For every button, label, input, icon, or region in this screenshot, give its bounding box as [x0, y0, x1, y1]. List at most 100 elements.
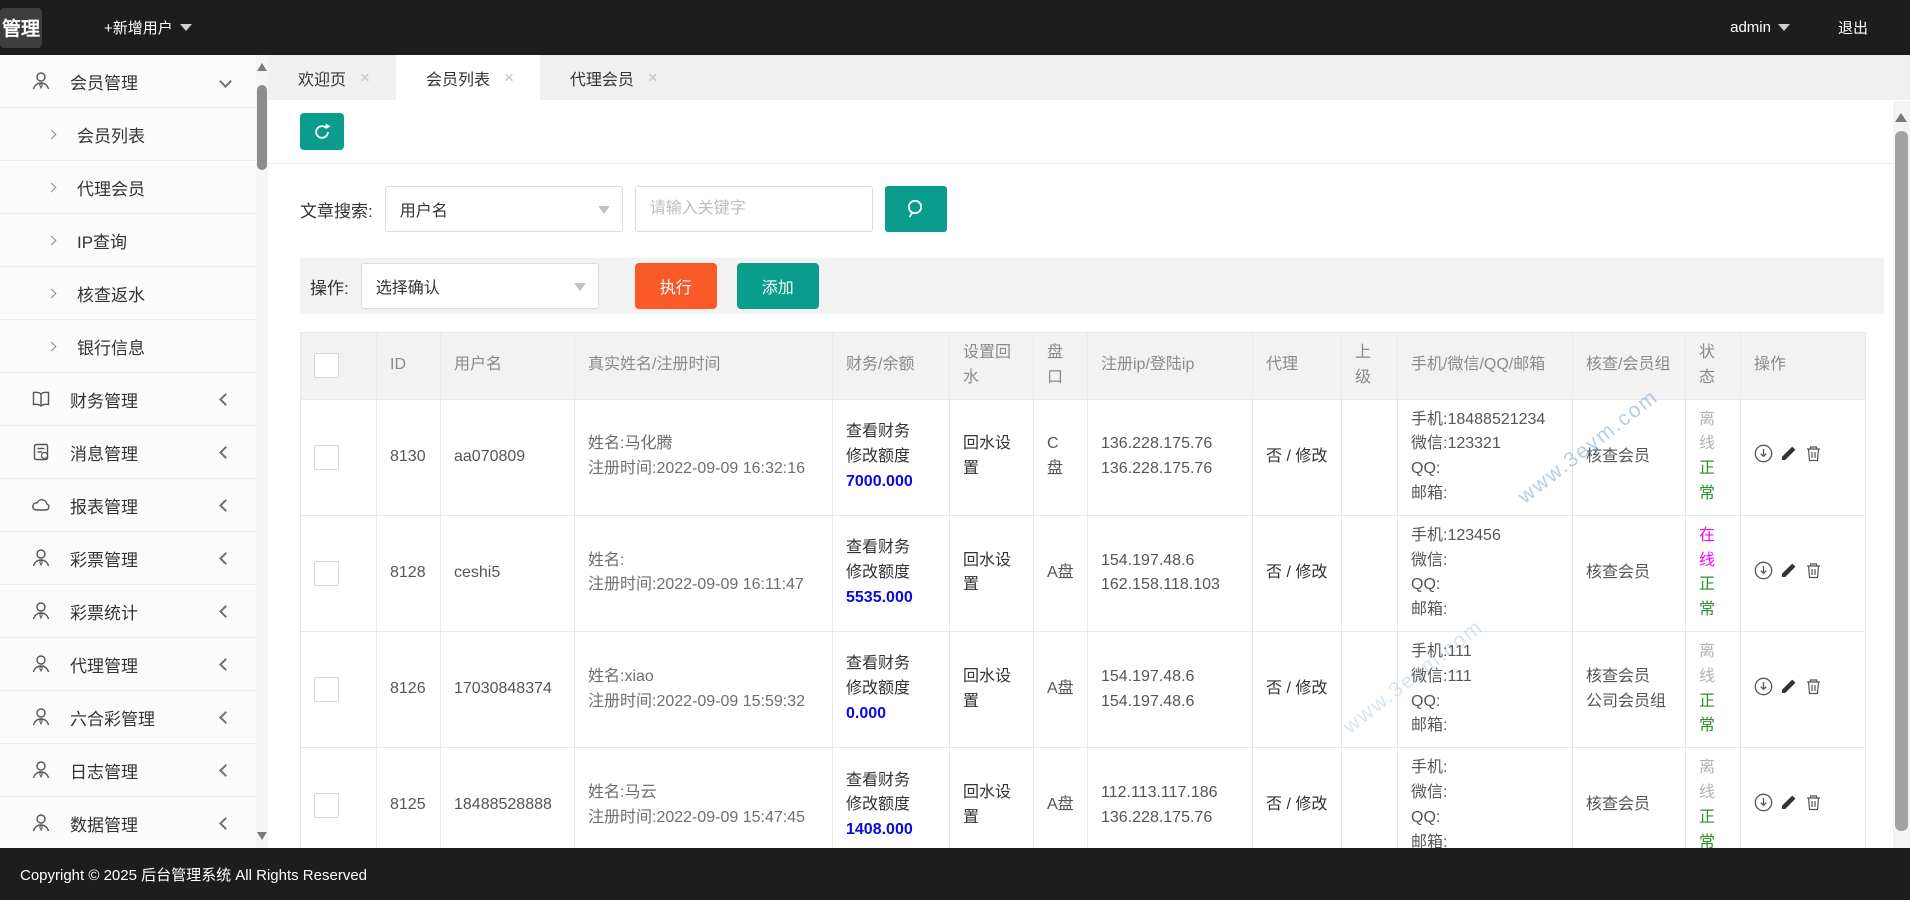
user-icon — [30, 70, 52, 92]
sidebar-item-label: 代理管理 — [70, 656, 138, 676]
regtime-text: 注册时间:2022-09-09 16:32:16 — [588, 460, 806, 478]
edit-pencil-icon[interactable] — [1779, 444, 1798, 463]
delete-trash-icon[interactable] — [1804, 444, 1823, 463]
sidebar-scrollbar[interactable] — [256, 55, 268, 848]
view-finance-link[interactable]: 查看财务 — [846, 536, 936, 561]
close-icon[interactable]: × — [648, 68, 658, 88]
tab-label: 会员列表 — [425, 71, 490, 89]
tab-欢迎页[interactable]: 欢迎页 × — [268, 55, 396, 100]
login-ip: 136.228.175.76 — [1101, 808, 1213, 826]
agent-modify-link[interactable]: 否 / 修改 — [1266, 796, 1327, 813]
delete-trash-icon[interactable] — [1804, 561, 1823, 580]
rebate-settings-link[interactable]: 回水设置 — [963, 784, 1011, 826]
sidebar-item-数据管理[interactable]: 数据管理 — [0, 797, 256, 848]
new-user-menu[interactable]: +新增用户 — [104, 17, 192, 38]
search-field-select[interactable]: 用户名 — [384, 186, 623, 232]
page-scrollbar-thumb[interactable] — [1895, 131, 1908, 831]
scroll-down-icon[interactable] — [257, 832, 267, 840]
keyword-input[interactable] — [634, 186, 873, 232]
execute-button[interactable]: 执行 — [634, 263, 717, 309]
tab-会员列表[interactable]: 会员列表 × — [395, 55, 540, 100]
scroll-up-icon[interactable] — [1895, 113, 1907, 122]
sidebar-subitem-代理会员[interactable]: 代理会员 — [0, 161, 256, 214]
edit-quota-link[interactable]: 修改额度 — [846, 561, 936, 586]
download-icon[interactable] — [1754, 444, 1773, 463]
sidebar-item-彩票管理[interactable]: 彩票管理 — [0, 532, 256, 585]
cell-status: 在线 正常 — [1685, 514, 1741, 632]
close-icon[interactable]: × — [360, 68, 370, 88]
row-checkbox[interactable] — [314, 444, 339, 470]
operation-select[interactable]: 选择确认 — [360, 263, 599, 309]
search-row: 文章搜索: 用户名 — [300, 186, 1884, 232]
delete-trash-icon[interactable] — [1804, 677, 1823, 696]
file-icon — [30, 441, 52, 463]
sidebar-item-报表管理[interactable]: 报表管理 — [0, 479, 256, 532]
view-finance-link[interactable]: 查看财务 — [846, 652, 936, 677]
search-button[interactable] — [884, 186, 947, 232]
agent-modify-link[interactable]: 否 / 修改 — [1266, 448, 1327, 465]
online-status-badge: 离线 — [1699, 642, 1716, 685]
sidebar-item-会员管理[interactable]: 会员管理 — [0, 55, 256, 108]
row-checkbox[interactable] — [314, 560, 339, 586]
edit-quota-link[interactable]: 修改额度 — [846, 445, 936, 470]
sidebar-subitem-银行信息[interactable]: 银行信息 — [0, 320, 256, 373]
edit-pencil-icon[interactable] — [1779, 793, 1798, 812]
sidebar-item-彩票统计[interactable]: 彩票统计 — [0, 585, 256, 638]
download-icon[interactable] — [1754, 677, 1773, 696]
online-status-badge: 离线 — [1699, 759, 1716, 801]
chevron-down-icon — [573, 283, 586, 291]
realname-text: 姓名:马化腾 — [588, 435, 673, 453]
sidebar-item-代理管理[interactable]: 代理管理 — [0, 638, 256, 691]
view-finance-link[interactable]: 查看财务 — [846, 769, 936, 794]
regtime-text: 注册时间:2022-09-09 16:11:47 — [588, 576, 804, 594]
edit-quota-link[interactable]: 修改额度 — [846, 793, 936, 818]
cell-finance: 查看财务 修改额度 7000.000 — [832, 398, 950, 516]
delete-trash-icon[interactable] — [1804, 793, 1823, 812]
close-icon[interactable]: × — [504, 68, 514, 88]
sidebar-item-消息管理[interactable]: 消息管理 — [0, 426, 256, 479]
register-ip: 136.228.175.76 — [1101, 435, 1213, 453]
sidebar-subitem-label: 会员列表 — [77, 126, 145, 146]
sidebar-subitem-核查返水[interactable]: 核查返水 — [0, 267, 256, 320]
cell-operations — [1740, 514, 1866, 632]
sidebar-subitem-IP查询[interactable]: IP查询 — [0, 214, 256, 267]
qq-text: QQ: — [1411, 808, 1441, 826]
admin-menu[interactable]: admin — [1730, 19, 1790, 36]
rebate-settings-link[interactable]: 回水设置 — [963, 668, 1011, 710]
table-row: 8128 ceshi5 姓名: 注册时间:2022-09-09 16:11:47 查看财… — [300, 514, 1866, 632]
sidebar-scrollbar-thumb[interactable] — [257, 85, 267, 170]
view-finance-link[interactable]: 查看财务 — [846, 420, 936, 445]
download-icon[interactable] — [1754, 793, 1773, 812]
row-checkbox[interactable] — [314, 677, 339, 703]
select-all-checkbox[interactable] — [314, 353, 339, 379]
sidebar-item-日志管理[interactable]: 日志管理 — [0, 744, 256, 797]
row-checkbox[interactable] — [314, 793, 339, 819]
register-ip: 112.113.117.186 — [1101, 783, 1218, 801]
user-icon — [30, 600, 52, 622]
add-button[interactable]: 添加 — [736, 263, 819, 309]
sidebar: 会员管理会员列表代理会员 IP查询 核查返水银行信息财务管理 消息管理 报表管理 彩票管理… — [0, 55, 268, 848]
cell-status: 离线 正常 — [1685, 630, 1741, 749]
rebate-settings-link[interactable]: 回水设置 — [963, 552, 1011, 594]
refresh-button[interactable] — [300, 113, 344, 150]
chevron-right-icon — [46, 235, 57, 245]
agent-modify-link[interactable]: 否 / 修改 — [1266, 564, 1327, 581]
cell-ip: 154.197.48.6 162.158.118.103 — [1087, 514, 1253, 632]
edit-pencil-icon[interactable] — [1779, 677, 1798, 696]
logout-label: 退出 — [1837, 20, 1868, 37]
logout-button[interactable]: 退出 — [1838, 17, 1868, 38]
download-icon[interactable] — [1754, 561, 1773, 580]
tab-代理会员[interactable]: 代理会员 × — [540, 55, 684, 100]
regtime-text: 注册时间:2022-09-09 15:47:45 — [588, 808, 806, 826]
sidebar-subitem-会员列表[interactable]: 会员列表 — [0, 108, 256, 161]
sidebar-item-财务管理[interactable]: 财务管理 — [0, 373, 256, 426]
sidebar-subitem-label: 银行信息 — [77, 338, 145, 358]
edit-quota-link[interactable]: 修改额度 — [846, 677, 936, 702]
sidebar-item-六合彩管理[interactable]: 六合彩管理 — [0, 691, 256, 744]
scroll-up-icon[interactable] — [257, 63, 267, 71]
agent-modify-link[interactable]: 否 / 修改 — [1266, 680, 1327, 697]
page-scrollbar[interactable] — [1893, 101, 1910, 848]
edit-pencil-icon[interactable] — [1779, 561, 1798, 580]
cell-status: 离线 正常 — [1685, 398, 1741, 516]
rebate-settings-link[interactable]: 回水设置 — [963, 435, 1011, 477]
